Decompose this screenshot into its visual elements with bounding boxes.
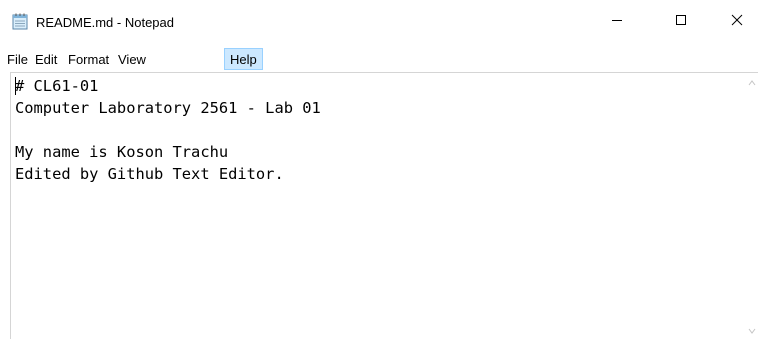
menu-file[interactable]: File — [4, 50, 31, 70]
menu-format[interactable]: Format — [65, 50, 112, 70]
title-bar[interactable]: README.md - Notepad — [0, 0, 758, 44]
close-button[interactable] — [714, 0, 758, 44]
editor-line: Edited by Github Text Editor. — [15, 165, 284, 183]
notepad-window: README.md - Notepad File Edit Format Vie… — [0, 0, 758, 339]
maximize-button[interactable] — [658, 0, 704, 44]
menu-bar: File Edit Format View Help — [0, 48, 758, 70]
minimize-icon — [611, 13, 623, 31]
text-caret — [15, 77, 16, 95]
editor-line: Computer Laboratory 2561 - Lab 01 — [15, 99, 321, 117]
menu-help[interactable]: Help — [224, 48, 263, 70]
scroll-up-icon[interactable] — [748, 79, 756, 87]
menu-edit[interactable]: Edit — [32, 50, 60, 70]
maximize-icon — [675, 13, 687, 31]
notepad-icon[interactable] — [12, 13, 28, 30]
editor-line: ​ — [15, 119, 321, 141]
minimize-button[interactable] — [594, 0, 640, 44]
scroll-down-icon[interactable] — [748, 327, 756, 335]
editor-content[interactable]: # CL61-01 Computer Laboratory 2561 - Lab … — [15, 75, 321, 185]
window-title: README.md - Notepad — [36, 15, 174, 30]
close-icon — [731, 13, 743, 31]
text-editor-area[interactable]: # CL61-01 Computer Laboratory 2561 - Lab … — [10, 72, 758, 339]
editor-line: # CL61-01 — [15, 77, 99, 95]
editor-line: My name is Koson Trachu — [15, 143, 229, 161]
menu-view[interactable]: View — [115, 50, 149, 70]
